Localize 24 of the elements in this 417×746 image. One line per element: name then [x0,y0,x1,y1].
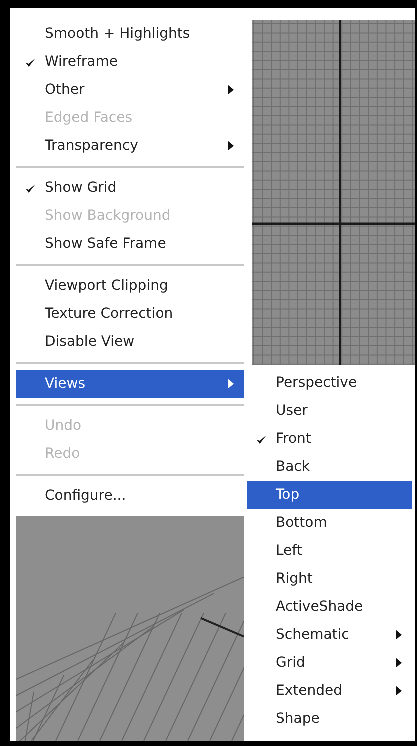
menu-item[interactable]: Left [247,537,412,565]
menu-item[interactable]: Bottom [247,509,412,537]
menu-item[interactable]: Show Grid [16,174,244,202]
menu-item[interactable]: Right [247,565,412,593]
menu-item[interactable]: Viewport Clipping [16,272,244,300]
menu-item[interactable]: User [247,397,412,425]
menu-item[interactable]: Grid [247,649,412,677]
menu-item[interactable]: Perspective [247,369,412,397]
menu-item[interactable]: Configure... [16,482,244,510]
menu-item[interactable]: Transparency [16,132,244,160]
menu-item[interactable]: Show Safe Frame [16,230,244,258]
menu-item[interactable]: Extended [247,677,412,705]
menu-item[interactable]: Back [247,453,412,481]
menu-item[interactable]: Shape [247,705,412,733]
menu-item[interactable]: Front [247,425,412,453]
menu-item[interactable]: Views [16,370,244,398]
menu-item[interactable]: Schematic [247,621,412,649]
menu-item[interactable]: Disable View [16,328,244,356]
menu-item[interactable]: Top [247,481,412,509]
menu-item[interactable]: Texture Correction [16,300,244,328]
menu-item[interactable]: Smooth + Highlights [16,20,244,48]
menu-item[interactable]: ActiveShade [247,593,412,621]
menu-item[interactable]: Other [16,76,244,104]
menu-item[interactable]: Wireframe [16,48,244,76]
